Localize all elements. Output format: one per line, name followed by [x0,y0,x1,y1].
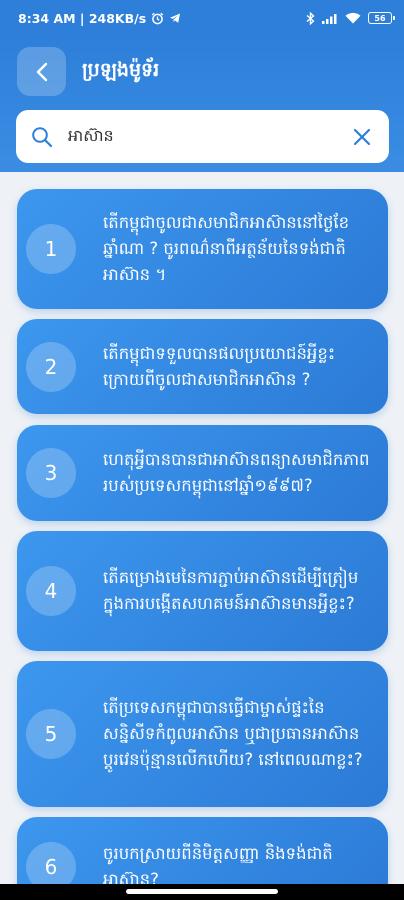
status-bar: 8:34 AM | 248KB/s 56 [0,0,404,36]
chevron-left-icon [36,62,47,81]
question-text: តើប្រទេសកម្ពុជាបានធ្វើជាម្ចាស់ផ្ទះនៃសន្ន… [103,698,363,769]
question-text: ហេតុអ្វីបានបានជាអាស៊ានពន្យាសមាជិកភាពរបស់… [103,450,370,495]
battery-level: 56 [374,13,386,23]
question-card-4[interactable]: 4 តើគម្រោងមេនៃការភ្ជាប់អាស៊ានដើម្បីត្រៀម… [17,531,388,651]
search-input[interactable] [68,116,347,157]
question-number: 3 [26,448,76,498]
page-title: ប្រឡងម៉ូទ័រ [82,59,160,81]
question-card-3[interactable]: 3 ហេតុអ្វីបានបានជាអាស៊ានពន្យាសមាជិកភាពរប… [17,425,388,521]
question-list: 1 តើកម្ពុជាចូលជាសមាជិកអាស៊ាននៅថ្ងៃខែឆ្នា… [0,172,404,888]
clear-search-button[interactable] [347,122,377,152]
close-icon [353,128,371,145]
bluetooth-icon [306,11,315,25]
status-time: 8:34 AM | 248KB/s [18,10,147,26]
question-text: តើកម្ពុជាទទួលបានផលប្រយោជន៍អ្វីខ្លះ ក្រោយ… [103,343,336,389]
question-card-2[interactable]: 2 តើកម្ពុជាទទួលបានផលប្រយោជន៍អ្វីខ្លះ ក្រ… [17,319,388,414]
back-button[interactable] [17,47,66,96]
question-number: 2 [26,341,76,392]
navigation-bar [0,884,404,900]
app-header: ប្រឡងម៉ូទ័រ [0,36,404,172]
question-card-1[interactable]: 1 តើកម្ពុជាចូលជាសមាជិកអាស៊ាននៅថ្ងៃខែឆ្នា… [17,189,388,309]
question-number: 1 [26,224,76,274]
question-number: 4 [26,566,76,616]
question-text: ចូរបកស្រាយពីនិមិត្តសញ្ញា និងទង់ជាតិអាស៊ា… [103,844,333,888]
battery-icon: 56 [368,12,395,24]
question-text: តើគម្រោងមេនៃការភ្ជាប់អាស៊ានដើម្បីត្រៀមក្… [103,568,359,613]
search-box[interactable] [16,110,389,163]
question-card-5[interactable]: 5 តើប្រទេសកម្ពុជាបានធ្វើជាម្ចាស់ផ្ទះនៃសន… [17,661,388,807]
alarm-icon [151,12,164,25]
question-number: 6 [26,842,76,888]
telegram-icon [169,12,181,24]
search-icon [32,126,53,147]
home-indicator[interactable] [126,889,278,894]
question-card-6[interactable]: 6 ចូរបកស្រាយពីនិមិត្តសញ្ញា និងទង់ជាតិអាស… [17,817,388,888]
question-text: តើកម្ពុជាចូលជាសមាជិកអាស៊ាននៅថ្ងៃខែឆ្នាំណ… [103,213,350,284]
wifi-icon [345,12,361,24]
signal-icon [322,13,338,24]
question-number: 5 [26,709,76,759]
